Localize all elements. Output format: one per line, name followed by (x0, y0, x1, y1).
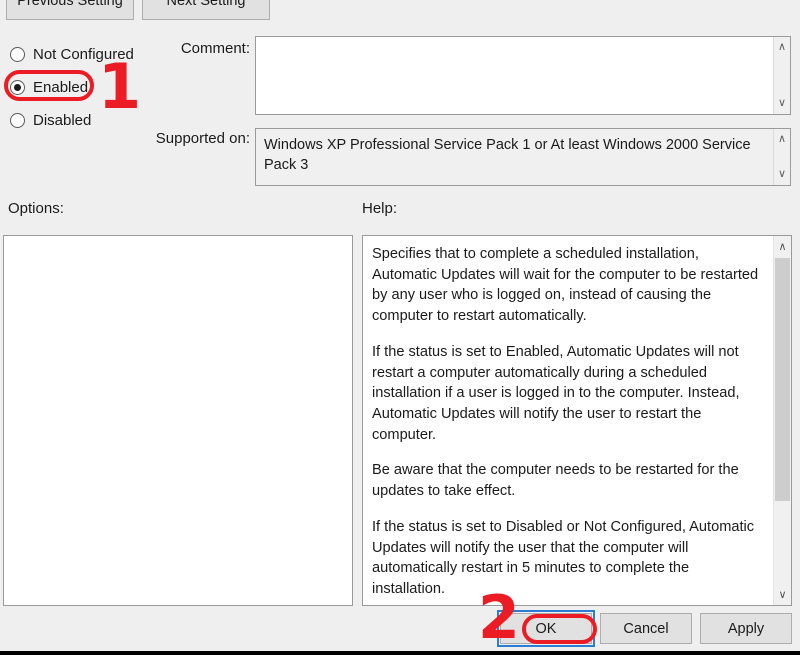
options-section-label: Options: (8, 200, 64, 217)
bottom-edge-strip (0, 651, 800, 655)
previous-setting-button[interactable]: Previous Setting (6, 0, 134, 20)
radio-disabled-label: Disabled (33, 112, 92, 129)
radio-circle-icon (10, 113, 25, 128)
options-pane[interactable] (3, 235, 353, 606)
scroll-down-icon[interactable]: ∨ (774, 588, 791, 601)
comment-label: Comment: (180, 40, 250, 57)
help-paragraph: If the status is set to Disabled or Not … (372, 518, 755, 598)
radio-enabled[interactable]: Enabled (10, 71, 160, 104)
cancel-button[interactable]: Cancel (600, 613, 692, 644)
supported-on-label: Supported on: (155, 130, 250, 147)
policy-setting-dialog: Previous Setting Next Setting Not Config… (0, 0, 800, 655)
radio-circle-icon (10, 47, 25, 62)
help-text: Specifies that to complete a scheduled i… (363, 236, 773, 605)
scroll-up-icon[interactable]: ∧ (778, 129, 786, 150)
supported-on-value: Windows XP Professional Service Pack 1 o… (256, 129, 773, 185)
help-paragraph: If the status is set to Enabled, Automat… (372, 343, 740, 443)
next-setting-label: Next Setting (166, 0, 246, 9)
ok-button[interactable]: OK (497, 610, 595, 647)
radio-enabled-label: Enabled (33, 79, 89, 96)
help-paragraph: Be aware that the computer needs to be r… (372, 462, 739, 500)
dialog-button-row: OK Cancel Apply (497, 610, 792, 647)
help-pane: Specifies that to complete a scheduled i… (362, 235, 792, 606)
help-scrollbar[interactable]: ∧ ∨ (773, 236, 791, 605)
navigation-toolbar: Previous Setting Next Setting (0, 0, 270, 20)
ok-button-label: OK (535, 620, 557, 637)
scrollbar-thumb[interactable] (775, 258, 790, 501)
scroll-down-icon[interactable]: ∨ (778, 93, 786, 114)
next-setting-button[interactable]: Next Setting (142, 0, 270, 20)
scroll-up-icon[interactable]: ∧ (774, 240, 791, 253)
supported-on-scrollbar[interactable]: ∧ ∨ (773, 129, 790, 185)
radio-circle-selected-icon (10, 80, 25, 95)
comment-value[interactable] (256, 37, 773, 114)
apply-button[interactable]: Apply (700, 613, 792, 644)
help-paragraph: Specifies that to complete a scheduled i… (372, 246, 759, 325)
apply-button-label: Apply (727, 620, 765, 637)
previous-setting-label: Previous Setting (17, 0, 123, 9)
supported-on-field: Windows XP Professional Service Pack 1 o… (255, 128, 791, 186)
help-section-label: Help: (362, 200, 398, 217)
cancel-button-label: Cancel (623, 620, 669, 637)
comment-scrollbar[interactable]: ∧ ∨ (773, 37, 790, 114)
scroll-down-icon[interactable]: ∨ (778, 164, 786, 185)
comment-textarea[interactable]: ∧ ∨ (255, 36, 791, 115)
scroll-up-icon[interactable]: ∧ (778, 37, 786, 58)
